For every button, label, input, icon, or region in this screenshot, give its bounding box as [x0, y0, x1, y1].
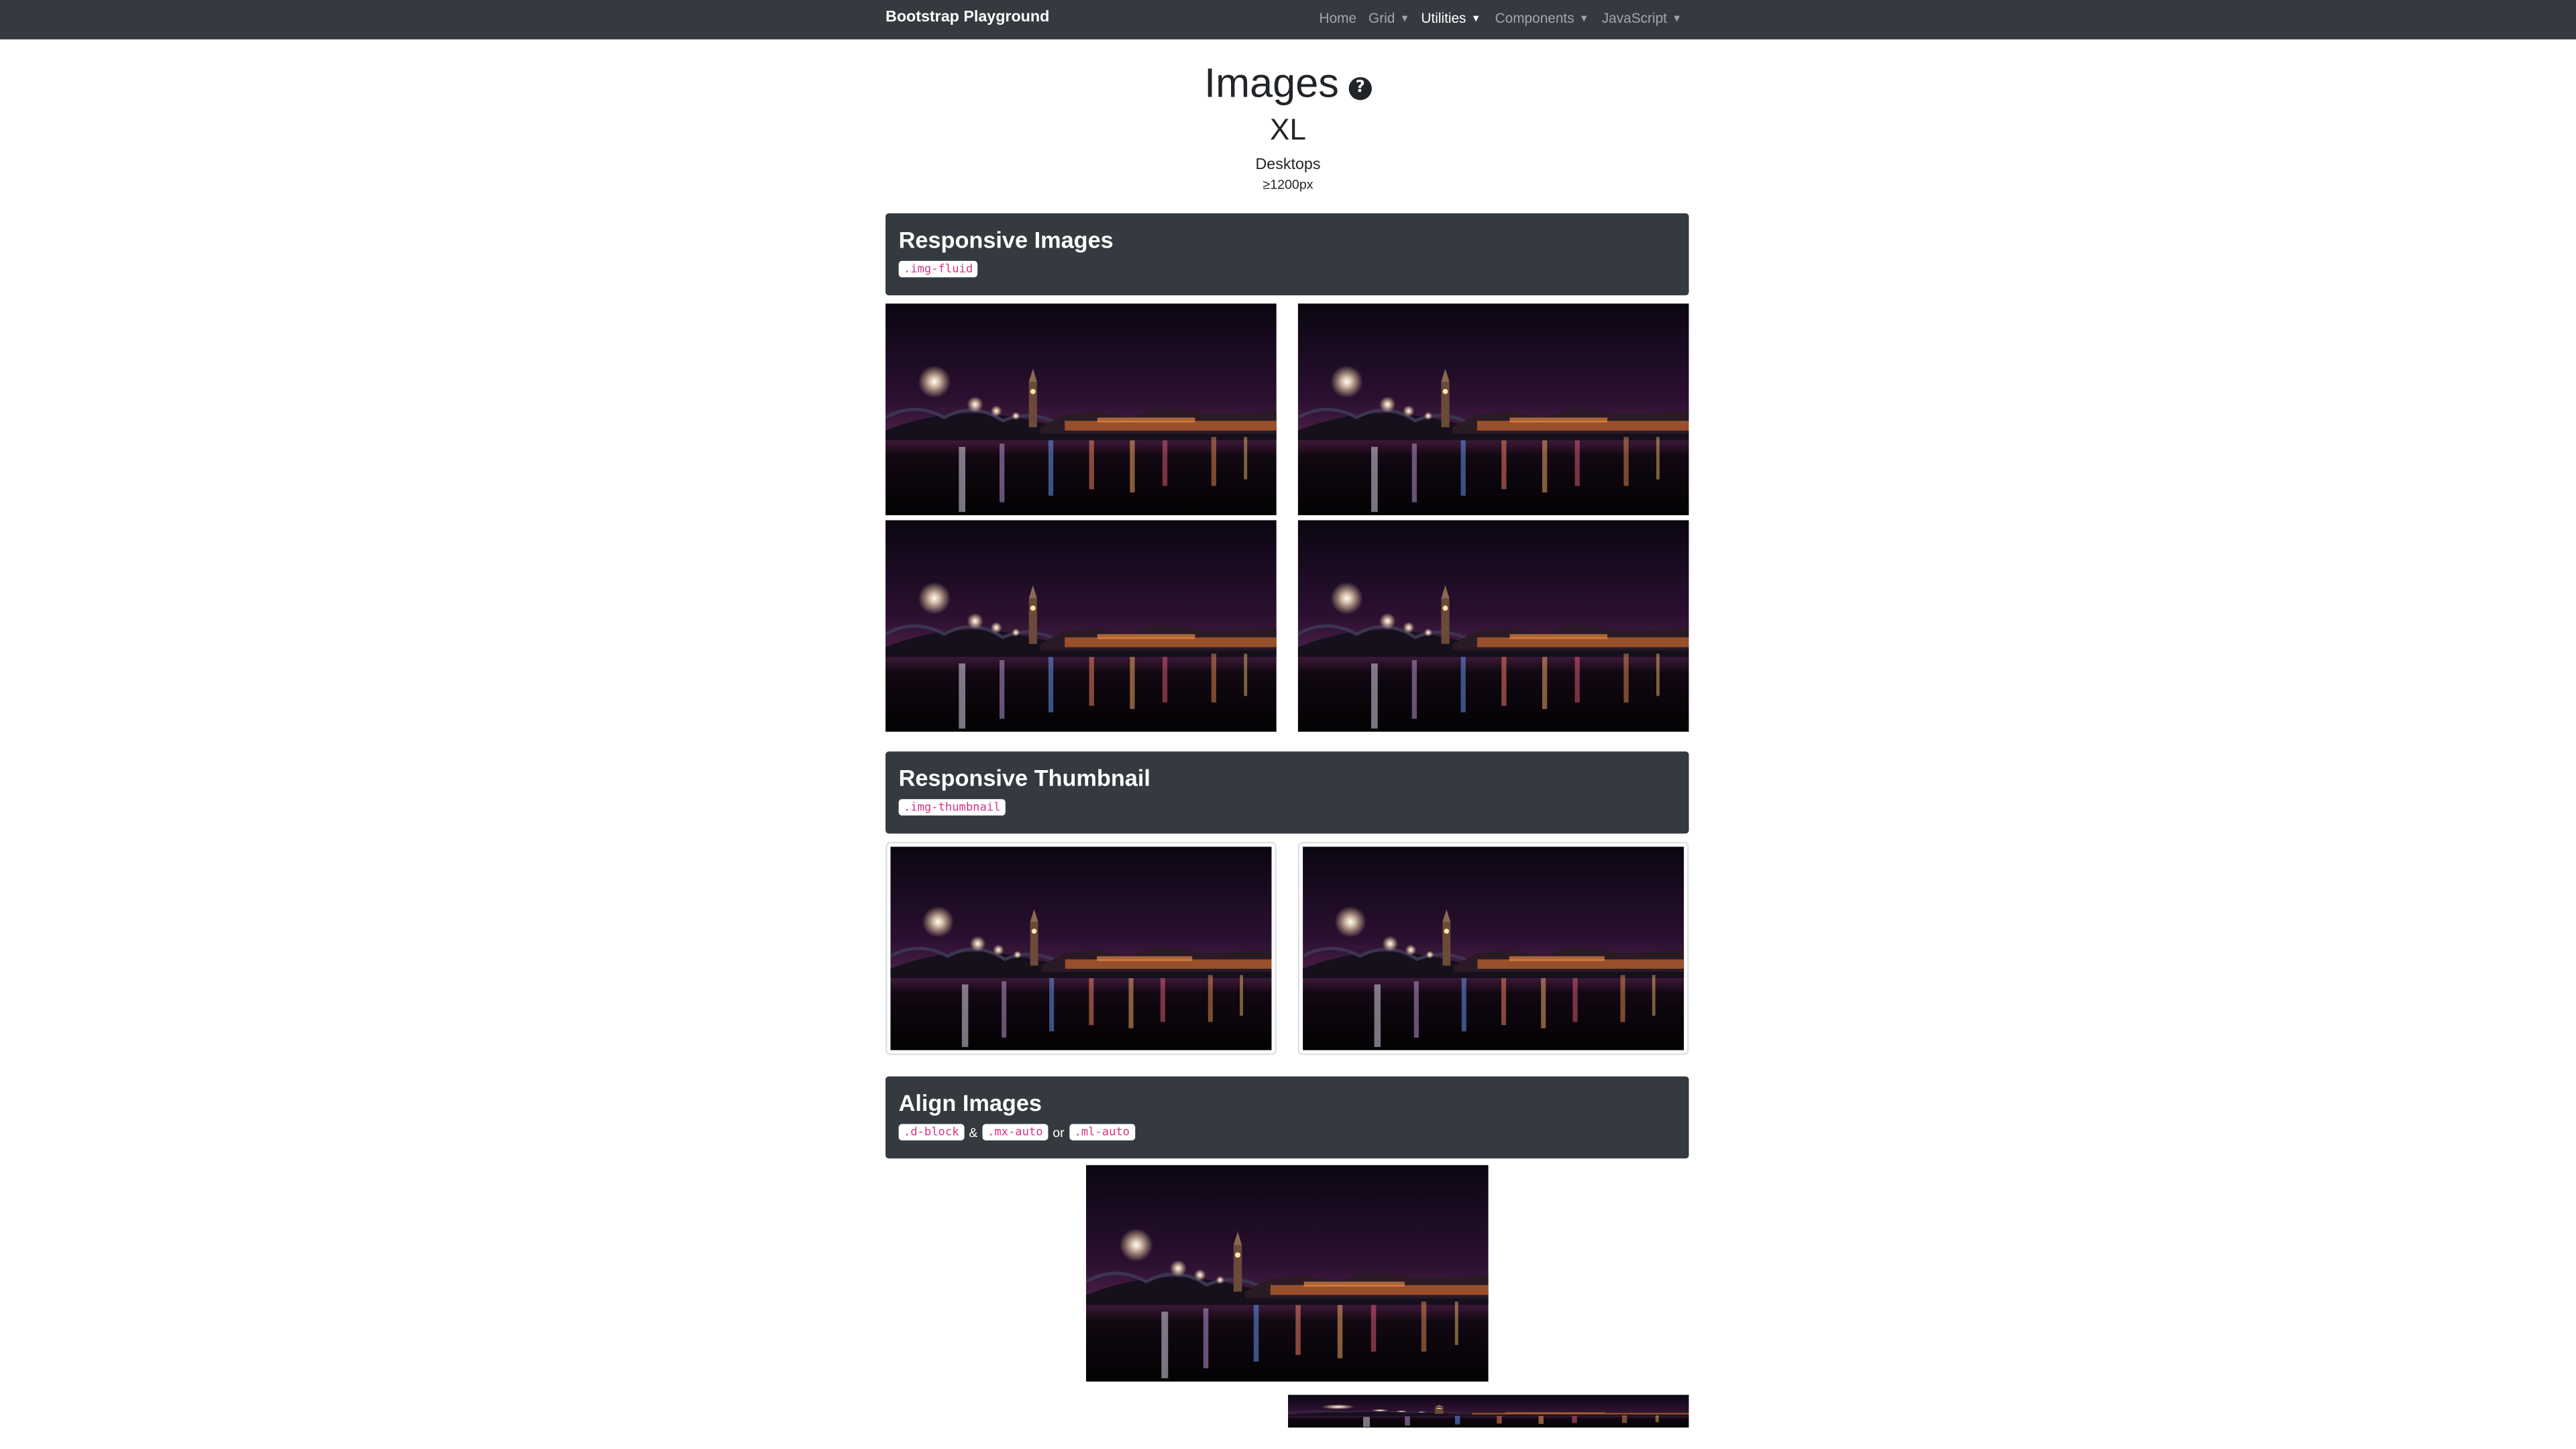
- nav-item-grid[interactable]: Grid ▼: [1368, 10, 1409, 26]
- city-night-image: [1297, 520, 1689, 732]
- class-code: .img-fluid: [898, 260, 978, 278]
- page-title: Images?: [0, 61, 2576, 109]
- section-title: Responsive Thumbnail: [898, 764, 1150, 791]
- class-list: .img-thumbnail: [898, 799, 1006, 816]
- class-code-d-block: .d-block: [898, 1124, 964, 1140]
- class-code-mx-auto: .mx-auto: [982, 1124, 1048, 1140]
- navbar-brand[interactable]: Bootstrap Playground: [885, 8, 1049, 26]
- breakpoint-device: Desktops: [1255, 156, 1321, 174]
- city-night-thumbnail: [1297, 841, 1689, 1055]
- class-list: .img-fluid: [898, 260, 978, 278]
- section-title: Align Images: [898, 1089, 1042, 1116]
- breakpoint-name: XL: [1270, 113, 1306, 146]
- align-images-header: Align Images .d-block & .mx-auto or .ml-…: [885, 1076, 1689, 1159]
- question-circle-icon[interactable]: ?: [1348, 76, 1372, 101]
- nav-item-components[interactable]: Components ▼: [1495, 10, 1589, 26]
- nav-item-home[interactable]: Home: [1320, 10, 1357, 26]
- nav-utilities-label: Utilities: [1421, 9, 1466, 27]
- nav-grid-label: Grid: [1368, 9, 1395, 27]
- page-title-text: Images: [1204, 60, 1339, 107]
- nav-item-javascript[interactable]: JavaScript ▼: [1602, 10, 1682, 26]
- separator-text: &: [969, 1124, 978, 1140]
- city-night-thumbnail: [885, 841, 1277, 1055]
- top-navbar: Bootstrap Playground Home Grid ▼ Utilitie…: [0, 0, 2576, 40]
- nav-item-utilities[interactable]: Utilities ▼: [1421, 10, 1481, 26]
- caret-down-icon: ▼: [1470, 15, 1481, 25]
- caret-down-icon: ▼: [1399, 15, 1410, 25]
- city-night-image: [885, 303, 1277, 516]
- nav-javascript-label: JavaScript: [1601, 9, 1667, 27]
- nav-components-label: Components: [1495, 9, 1574, 27]
- separator-text: or: [1053, 1124, 1065, 1140]
- breakpoint-size: ≥1200px: [1263, 177, 1313, 193]
- city-night-image: [1297, 303, 1689, 516]
- city-night-image: [885, 520, 1277, 732]
- nav-home-label: Home: [1319, 9, 1357, 27]
- caret-down-icon: ▼: [1578, 15, 1589, 25]
- caret-down-icon: ▼: [1672, 15, 1682, 25]
- city-night-image-right: [1288, 1395, 1689, 1428]
- section-title: Responsive Images: [898, 226, 1114, 253]
- responsive-thumbnail-header: Responsive Thumbnail .img-thumbnail: [885, 751, 1689, 834]
- responsive-images-header: Responsive Images .img-fluid: [885, 213, 1689, 296]
- class-code: .img-thumbnail: [898, 799, 1006, 816]
- class-list: .d-block & .mx-auto or .ml-auto: [898, 1124, 1135, 1140]
- city-night-image-centered: [1085, 1165, 1489, 1382]
- class-code-ml-auto: .ml-auto: [1069, 1124, 1135, 1140]
